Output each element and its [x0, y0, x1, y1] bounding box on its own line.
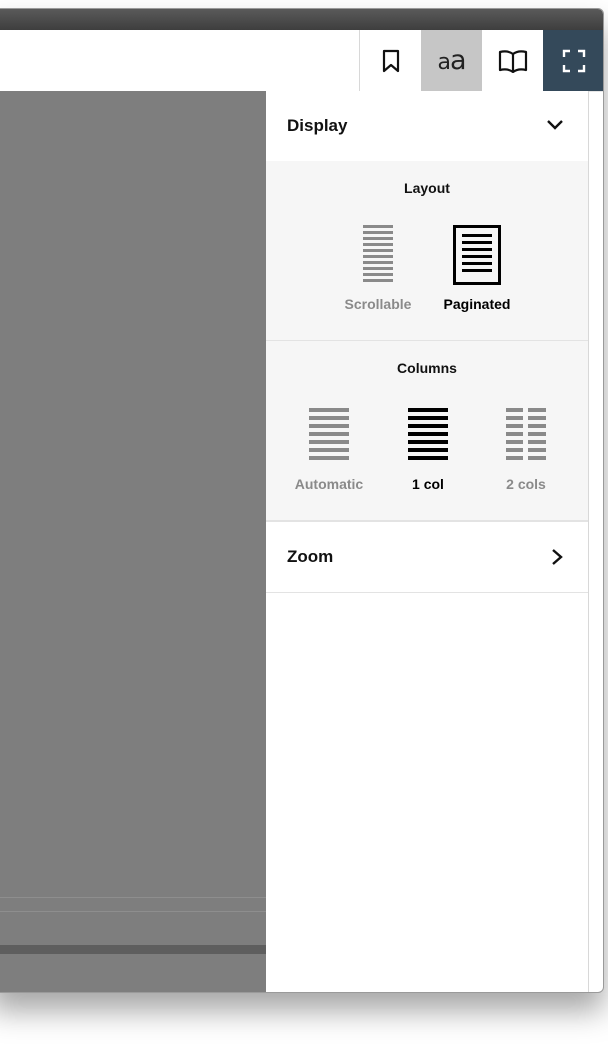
paginated-layout-icon	[453, 225, 501, 285]
option-label: Scrollable	[344, 296, 412, 312]
zoom-section-header[interactable]: Zoom	[266, 521, 588, 593]
columns-title: Columns	[397, 360, 457, 376]
option-label: Paginated	[443, 296, 511, 312]
layout-section: Layout Scrollable Paginated	[266, 161, 588, 341]
option-label: Automatic	[294, 476, 364, 492]
fullscreen-icon	[562, 49, 585, 72]
window-titlebar[interactable]	[0, 9, 603, 30]
book-content-area[interactable]	[0, 91, 266, 992]
chevron-right-icon	[552, 549, 563, 565]
columns-section: Columns Automatic 1 col 2 cols	[266, 341, 588, 521]
open-book-icon	[498, 49, 527, 73]
option-label: 2 cols	[506, 476, 546, 492]
zoom-title: Zoom	[287, 547, 334, 566]
display-section-header[interactable]: Display	[266, 91, 588, 161]
one-column-icon	[408, 408, 448, 460]
reader-window: aa Display Layout Scrollable Paginated C…	[0, 8, 604, 993]
columns-option-2-cols[interactable]: 2 cols	[481, 405, 571, 492]
option-label: 1 col	[412, 476, 444, 492]
content-divider	[0, 911, 266, 912]
text-settings-button[interactable]: aa	[421, 30, 482, 91]
display-title: Display	[287, 116, 348, 135]
scrollable-layout-icon	[363, 225, 393, 282]
text-size-icon: aa	[437, 45, 466, 76]
columns-option-1-col[interactable]: 1 col	[383, 405, 473, 492]
fullscreen-button[interactable]	[543, 30, 603, 91]
layout-option-scrollable[interactable]: Scrollable	[333, 225, 423, 312]
table-of-contents-button[interactable]	[482, 30, 543, 91]
bookmark-icon	[382, 49, 399, 72]
columns-option-automatic[interactable]: Automatic	[284, 405, 374, 492]
progress-track[interactable]	[0, 945, 266, 954]
automatic-columns-icon	[309, 408, 349, 460]
display-settings-panel: Display Layout Scrollable Paginated Colu…	[266, 91, 589, 992]
chevron-down-icon	[547, 120, 563, 130]
content-divider	[0, 897, 266, 898]
two-columns-icon	[506, 408, 546, 460]
layout-option-paginated[interactable]: Paginated	[432, 225, 522, 312]
bookmark-button[interactable]	[360, 30, 421, 91]
reader-toolbar: aa	[0, 30, 603, 92]
layout-title: Layout	[404, 180, 450, 196]
